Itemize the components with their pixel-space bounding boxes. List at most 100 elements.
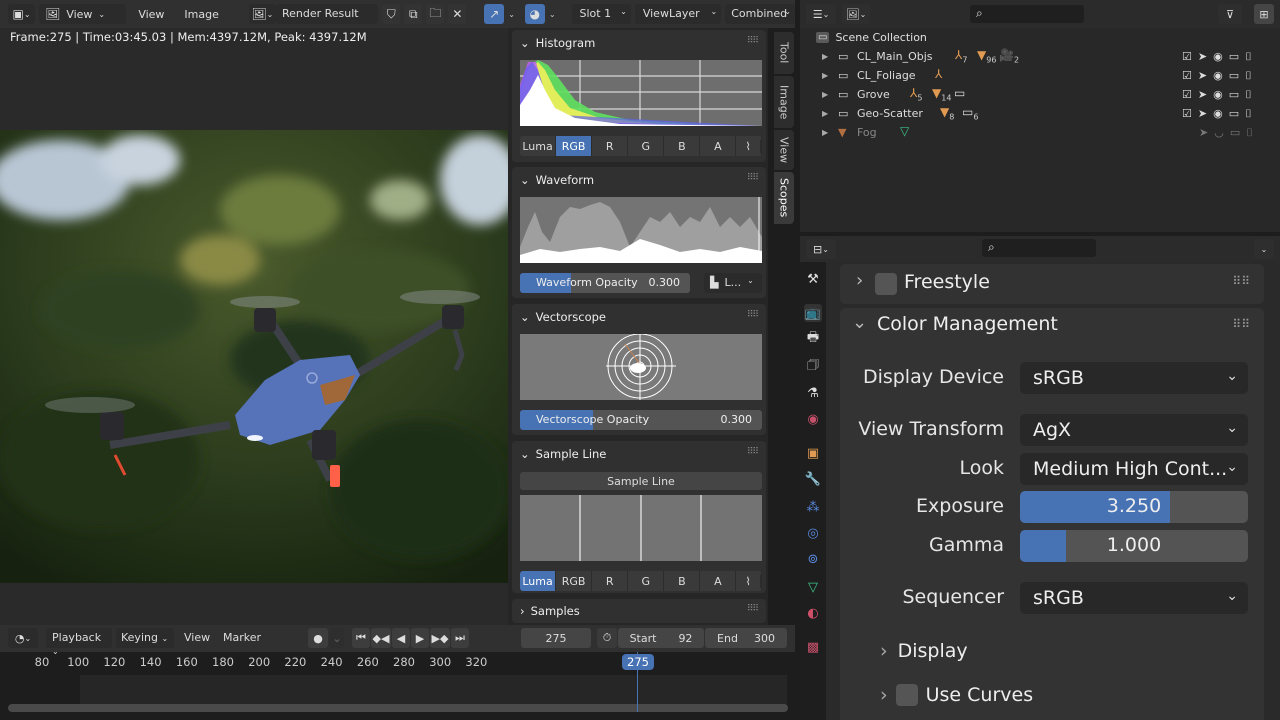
armature-icon[interactable]: ⅄ bbox=[935, 67, 942, 83]
start-frame-field[interactable]: Start 92 bbox=[618, 628, 704, 648]
color-management-title[interactable]: Color Management bbox=[877, 313, 1058, 335]
sample-line-mode-a[interactable]: A bbox=[700, 571, 737, 591]
sample-line-mode-g[interactable]: G bbox=[628, 571, 665, 591]
keying-menu[interactable]: Keying ⌄ bbox=[116, 628, 174, 648]
exclude-checkbox-icon[interactable]: ☑ bbox=[1182, 50, 1192, 64]
tab-image[interactable]: Image bbox=[774, 76, 794, 128]
open-image-button[interactable]: 🗀 bbox=[426, 4, 445, 24]
world-tab-icon[interactable]: ◉ bbox=[804, 410, 822, 428]
display-device-dropdown[interactable]: sRGB ⌄ bbox=[1020, 362, 1248, 394]
exclude-checkbox-icon[interactable]: ☑ bbox=[1182, 107, 1192, 121]
outliner-editor-type[interactable]: ☰ ⌄ bbox=[806, 4, 836, 24]
tab-view[interactable]: View bbox=[774, 130, 794, 170]
vectorscope-display[interactable] bbox=[520, 333, 762, 400]
sample-line-mode-luma[interactable]: Luma bbox=[520, 571, 557, 591]
selectable-arrow-icon[interactable]: ➤ bbox=[1198, 50, 1207, 64]
display-mode-dropdown[interactable]: 🖼 ⌄ bbox=[842, 4, 870, 24]
freestyle-panel[interactable]: › Freestyle ⠿⠿ bbox=[840, 264, 1264, 304]
slot-dropdown[interactable]: Slot 1 ⌄ bbox=[571, 4, 631, 24]
display-channels-button[interactable]: ↗ bbox=[484, 4, 505, 24]
expand-arrow-icon[interactable]: ▶ bbox=[822, 90, 828, 99]
drag-grip-icon[interactable]: ⠿⠿ bbox=[747, 310, 759, 320]
eye-icon[interactable]: ◉ bbox=[1213, 107, 1223, 121]
mesh-icon[interactable]: ▼8 bbox=[940, 105, 954, 121]
play-reverse-button[interactable]: ◀ bbox=[392, 628, 410, 648]
play-button[interactable]: ▶ bbox=[411, 628, 429, 648]
texture-tab-icon[interactable]: ▩ bbox=[804, 638, 822, 656]
look-dropdown[interactable]: Medium High Cont... ⌄ bbox=[1020, 453, 1248, 485]
vectorscope-opacity-slider[interactable]: Vectorscope Opacity 0.300 bbox=[520, 410, 762, 430]
current-frame-field[interactable]: 275 bbox=[521, 628, 591, 648]
waveform-opacity-slider[interactable]: Waveform Opacity 0.300 bbox=[520, 273, 690, 293]
chevron-down-icon[interactable]: ⌄ bbox=[508, 10, 515, 19]
prev-keyframe-button[interactable]: ◆◀ bbox=[371, 628, 391, 648]
camera-icon[interactable]: 🎥2 bbox=[999, 48, 1019, 64]
expand-arrow-icon[interactable]: ▶ bbox=[822, 71, 828, 80]
sample-line-panel-header[interactable]: ⌄ Sample Line bbox=[520, 447, 606, 461]
tab-scopes[interactable]: Scopes bbox=[774, 172, 794, 224]
drag-grip-icon[interactable]: ⠿⠿ bbox=[1232, 317, 1250, 331]
histogram-mode-g[interactable]: G bbox=[628, 136, 665, 156]
timeline-scrollbar[interactable] bbox=[8, 704, 788, 712]
output-tab-icon[interactable]: 🖶 bbox=[804, 330, 822, 348]
expand-arrow-icon[interactable]: ▶ bbox=[822, 52, 828, 61]
histogram-mode-r[interactable]: R bbox=[592, 136, 629, 156]
auto-keying-options[interactable]: ⌄ bbox=[330, 628, 344, 648]
constraints-tab-icon[interactable]: ⊚ bbox=[804, 550, 822, 568]
outliner-search-input[interactable]: ⌕ bbox=[970, 5, 1084, 23]
modifier-tab-icon[interactable]: 🔧 bbox=[804, 470, 822, 488]
viewport-monitor-icon[interactable]: ▭ bbox=[1230, 126, 1240, 140]
histogram-panel-header[interactable]: ⌄ Histogram bbox=[520, 36, 595, 50]
waveform-mode-dropdown[interactable]: ▙ L... ⌄ bbox=[704, 273, 762, 293]
sample-line-button[interactable]: Sample Line bbox=[520, 472, 762, 490]
outliner-row[interactable]: ▶ ▭ CL_Main_Objs ⅄7 ▼96 🎥2 ☑ ➤ ◉ ▭ ⌷ bbox=[800, 47, 1280, 66]
playhead-frame-indicator[interactable]: 275 bbox=[622, 654, 654, 670]
scene-collection-row[interactable]: ▭ Scene Collection bbox=[800, 28, 1280, 47]
armature-icon[interactable]: ⅄7 bbox=[955, 48, 967, 64]
selectable-arrow-icon[interactable]: ➤ bbox=[1198, 107, 1207, 121]
tool-tab-icon[interactable]: ⚒ bbox=[804, 270, 822, 288]
outliner-row-name[interactable]: CL_Main_Objs bbox=[857, 50, 933, 63]
filter-dropdown[interactable]: ⊽ bbox=[1218, 4, 1242, 24]
exposure-slider[interactable]: 3.250 bbox=[1020, 491, 1248, 523]
chevron-down-icon[interactable]: ⌄ bbox=[549, 10, 556, 19]
view-mode-dropdown[interactable]: 🖼 View ⌄ bbox=[39, 4, 127, 24]
viewport-monitor-icon[interactable]: ▭ bbox=[1229, 50, 1239, 64]
sample-line-mode-r[interactable]: R bbox=[592, 571, 629, 591]
properties-search-input[interactable]: ⌕ bbox=[982, 239, 1096, 257]
outliner-row-name[interactable]: Geo-Scatter bbox=[857, 107, 923, 120]
mesh-icon[interactable]: ▼96 bbox=[977, 48, 996, 64]
tab-tool[interactable]: Tool bbox=[774, 32, 794, 74]
outliner-row-name[interactable]: Fog bbox=[857, 126, 877, 139]
jump-end-button[interactable]: ⏭ bbox=[451, 628, 469, 648]
menu-image[interactable]: Image bbox=[176, 8, 226, 21]
samples-panel-header[interactable]: › Samples bbox=[520, 604, 580, 618]
drag-grip-icon[interactable]: ⠿⠿ bbox=[747, 173, 759, 183]
selectable-arrow-icon[interactable]: ➤ bbox=[1198, 69, 1207, 83]
outliner-row-name[interactable]: Grove bbox=[857, 88, 890, 101]
log-scale-toggle[interactable]: ⌇ bbox=[736, 571, 762, 591]
sample-line-display[interactable] bbox=[520, 495, 762, 561]
render-pass-dropdown[interactable]: Combined ⌄ bbox=[725, 4, 795, 24]
data-tab-icon[interactable]: ▽ bbox=[804, 578, 822, 596]
overlay-button[interactable]: ◕ bbox=[524, 4, 545, 24]
timeline-view-menu[interactable]: View bbox=[184, 631, 210, 644]
view-transform-dropdown[interactable]: AgX ⌄ bbox=[1020, 414, 1248, 446]
render-camera-icon[interactable]: ⌷ bbox=[1245, 50, 1252, 64]
material-tab-icon[interactable]: ◐ bbox=[804, 604, 822, 622]
playback-menu[interactable]: Playback ⌄ bbox=[46, 628, 112, 656]
outliner-row[interactable]: ▶ ▭ Grove ⅄5 ▼14 ▭ ☑ ➤ ◉ ▭ ⌷ bbox=[800, 85, 1280, 104]
chevron-down-icon[interactable]: ⌄ bbox=[852, 312, 867, 333]
drag-grip-icon[interactable]: ⠿⠿ bbox=[747, 604, 759, 614]
render-camera-icon[interactable]: ⌷ bbox=[1245, 107, 1252, 121]
expand-arrow-icon[interactable]: ▶ bbox=[822, 109, 828, 118]
exclude-checkbox-icon[interactable]: ☑ bbox=[1182, 69, 1192, 83]
sample-line-mode-rgb[interactable]: RGB bbox=[556, 571, 593, 591]
mesh-icon[interactable]: ▼14 bbox=[932, 86, 951, 102]
log-scale-toggle[interactable]: ⌇ bbox=[736, 136, 762, 156]
drag-grip-icon[interactable]: ⠿⠿ bbox=[1232, 274, 1250, 288]
render-camera-icon[interactable]: ⌷ bbox=[1246, 126, 1253, 140]
use-preview-range-button[interactable]: ⏱ bbox=[597, 628, 617, 648]
histogram-mode-b[interactable]: B bbox=[664, 136, 701, 156]
viewport-monitor-icon[interactable]: ▭ bbox=[1229, 69, 1239, 83]
